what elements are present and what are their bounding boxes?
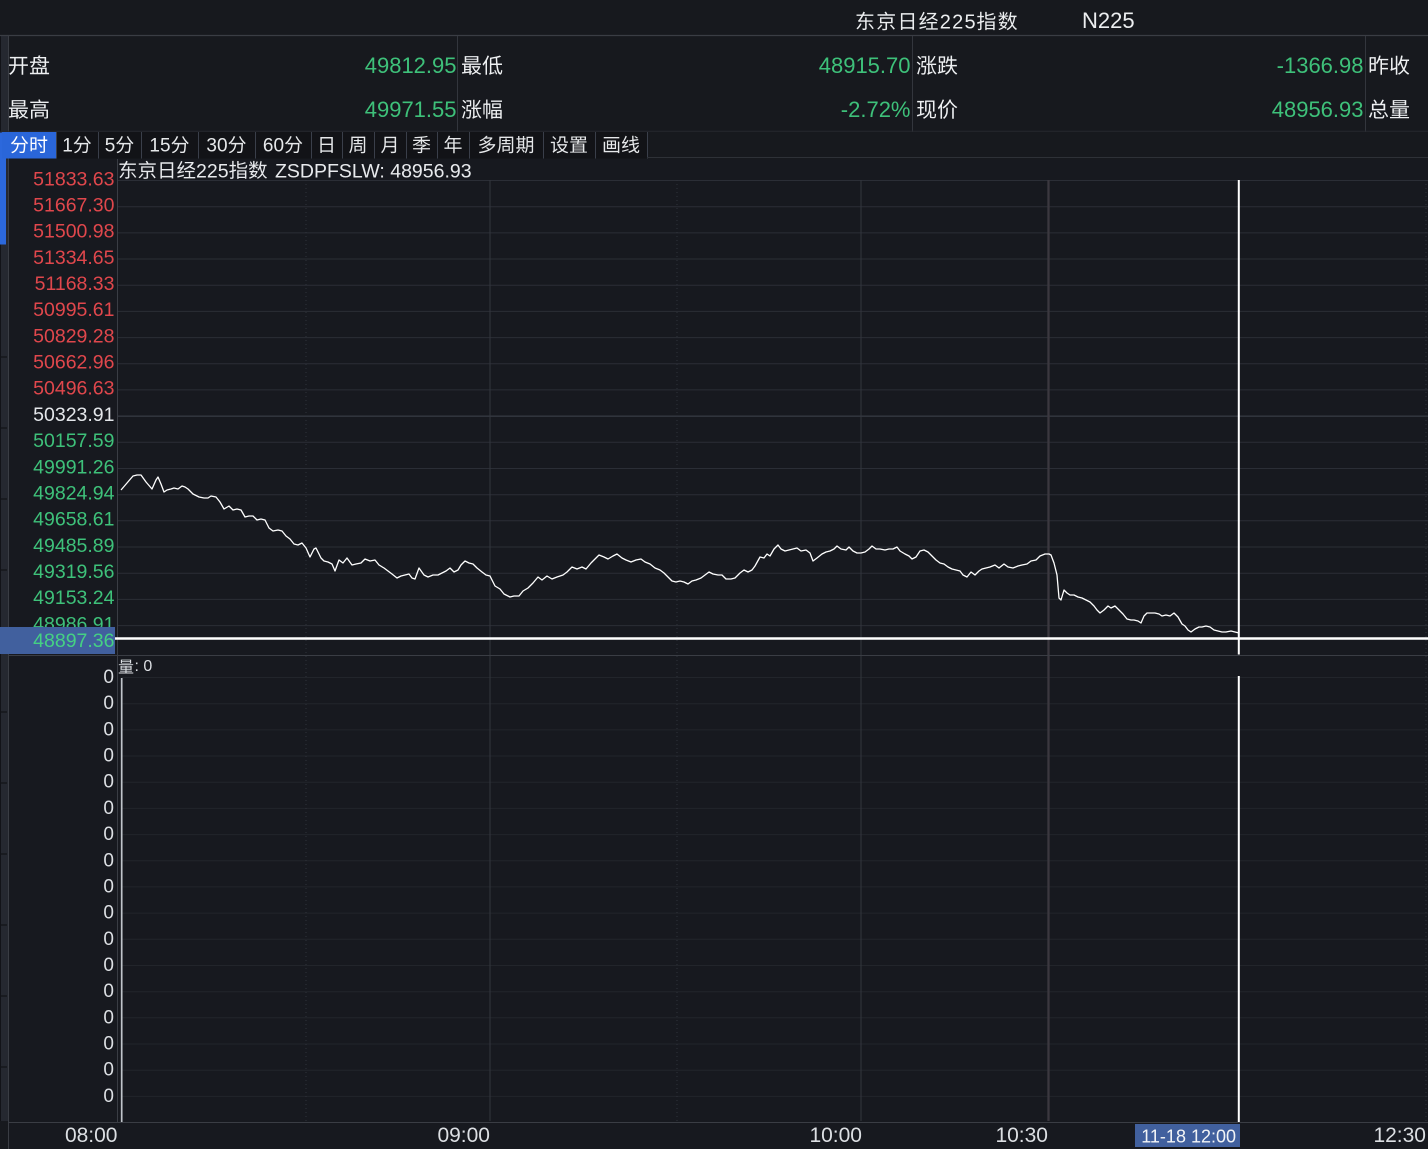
svg-text:-2.72%: -2.72% bbox=[841, 97, 911, 122]
svg-text:0: 0 bbox=[103, 1060, 114, 1081]
svg-text:49658.61: 49658.61 bbox=[33, 509, 114, 531]
svg-text:51833.63: 51833.63 bbox=[33, 168, 114, 190]
svg-text:50662.96: 50662.96 bbox=[33, 352, 114, 374]
svg-text:0: 0 bbox=[103, 693, 114, 714]
svg-text:ZSDPFSLW: 48956.93: ZSDPFSLW: 48956.93 bbox=[270, 160, 472, 182]
svg-text:51500.98: 51500.98 bbox=[33, 221, 114, 243]
svg-text:50496.63: 50496.63 bbox=[33, 378, 114, 400]
svg-text:49153.24: 49153.24 bbox=[33, 587, 114, 609]
svg-text:08:00: 08:00 bbox=[65, 1124, 118, 1147]
svg-text:0: 0 bbox=[103, 981, 114, 1002]
svg-text:60: 60 bbox=[263, 136, 284, 157]
svg-text:49991.26: 49991.26 bbox=[33, 456, 114, 478]
svg-text:30: 30 bbox=[206, 136, 227, 157]
svg-text:12:30: 12:30 bbox=[1373, 1124, 1426, 1147]
svg-text:50995.61: 50995.61 bbox=[33, 299, 114, 321]
svg-text:48915.70: 48915.70 bbox=[819, 53, 911, 78]
svg-text:49812.95: 49812.95 bbox=[365, 53, 457, 78]
svg-text:0: 0 bbox=[103, 1034, 114, 1055]
svg-text:0: 0 bbox=[103, 903, 114, 924]
svg-text:51667.30: 51667.30 bbox=[33, 195, 114, 217]
svg-text:5: 5 bbox=[105, 136, 116, 157]
svg-text:0: 0 bbox=[103, 746, 114, 767]
svg-text:49319.56: 49319.56 bbox=[33, 561, 114, 583]
svg-text:50157.59: 50157.59 bbox=[33, 430, 114, 452]
svg-text:225: 225 bbox=[940, 12, 977, 34]
svg-text:1: 1 bbox=[62, 136, 73, 157]
svg-text:48956.93: 48956.93 bbox=[1272, 97, 1364, 122]
svg-text:51334.65: 51334.65 bbox=[33, 247, 114, 269]
svg-text:0: 0 bbox=[103, 876, 114, 897]
svg-text:0: 0 bbox=[103, 667, 114, 688]
svg-text:0: 0 bbox=[103, 824, 114, 845]
svg-text:0: 0 bbox=[103, 772, 114, 793]
svg-text:49824.94: 49824.94 bbox=[33, 483, 114, 505]
svg-text:0: 0 bbox=[103, 719, 114, 740]
svg-text:-1366.98: -1366.98 bbox=[1277, 53, 1364, 78]
svg-text:15: 15 bbox=[149, 136, 170, 157]
svg-text:225: 225 bbox=[196, 160, 229, 182]
svg-text:0: 0 bbox=[103, 1007, 114, 1028]
svg-text:11-18 12:00: 11-18 12:00 bbox=[1141, 1127, 1236, 1147]
svg-text:N225: N225 bbox=[1082, 8, 1135, 33]
svg-text:10:00: 10:00 bbox=[809, 1124, 862, 1147]
svg-text:50829.28: 50829.28 bbox=[33, 325, 114, 347]
svg-text:0: 0 bbox=[103, 1086, 114, 1107]
svg-text:0: 0 bbox=[103, 850, 114, 871]
svg-text:49485.89: 49485.89 bbox=[33, 535, 114, 557]
svg-text:0: 0 bbox=[103, 955, 114, 976]
svg-text:49971.55: 49971.55 bbox=[365, 97, 457, 122]
svg-text:0: 0 bbox=[103, 798, 114, 819]
svg-text:10:30: 10:30 bbox=[995, 1124, 1048, 1147]
svg-text:48897.36: 48897.36 bbox=[33, 630, 114, 652]
svg-text:: 0: : 0 bbox=[135, 658, 153, 675]
svg-text:0: 0 bbox=[103, 929, 114, 950]
svg-text:50323.91: 50323.91 bbox=[33, 404, 114, 426]
svg-text:09:00: 09:00 bbox=[437, 1124, 490, 1147]
svg-text:51168.33: 51168.33 bbox=[35, 273, 115, 295]
